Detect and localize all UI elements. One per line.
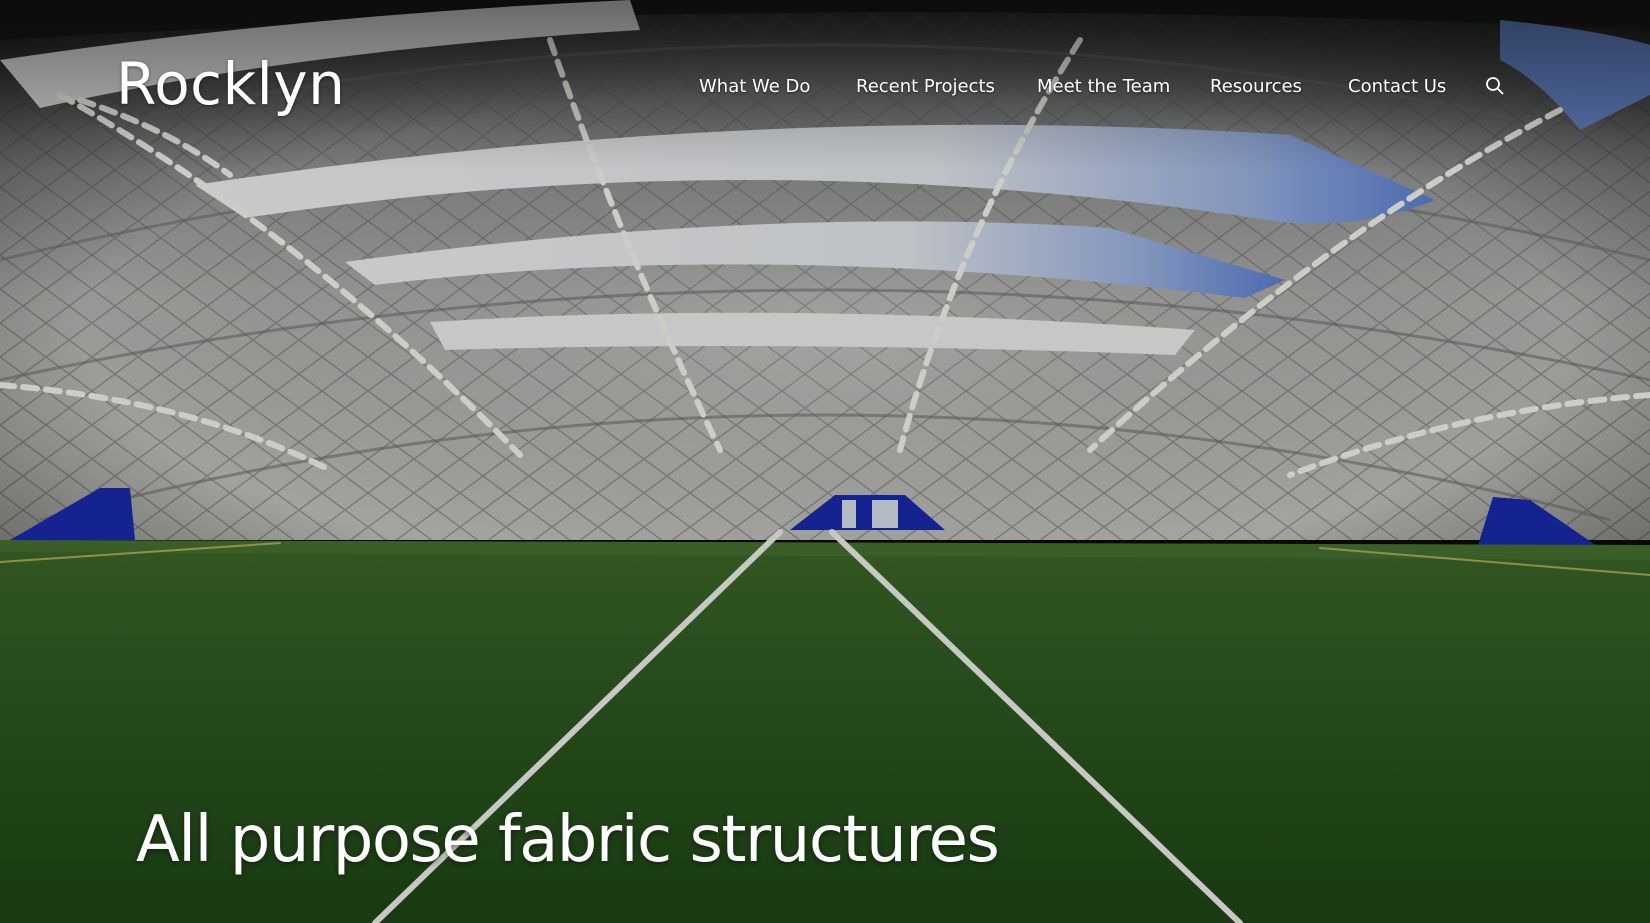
nav-item-meet-the-team[interactable]: Meet the Team: [1037, 70, 1170, 104]
site-header: Rocklyn What We Do Recent Projects Meet …: [0, 0, 1650, 170]
hero-section: Rocklyn What We Do Recent Projects Meet …: [0, 0, 1650, 923]
hero-title: All purpose fabric structures: [136, 803, 1000, 877]
search-icon: [1486, 77, 1504, 95]
search-button[interactable]: [1483, 74, 1507, 98]
main-navigation: What We Do Recent Projects Meet the Team…: [0, 70, 1650, 104]
nav-item-resources[interactable]: Resources: [1210, 70, 1302, 104]
nav-item-contact-us[interactable]: Contact Us: [1348, 70, 1446, 104]
nav-item-recent-projects[interactable]: Recent Projects: [856, 70, 995, 104]
nav-item-what-we-do[interactable]: What We Do: [699, 70, 810, 104]
